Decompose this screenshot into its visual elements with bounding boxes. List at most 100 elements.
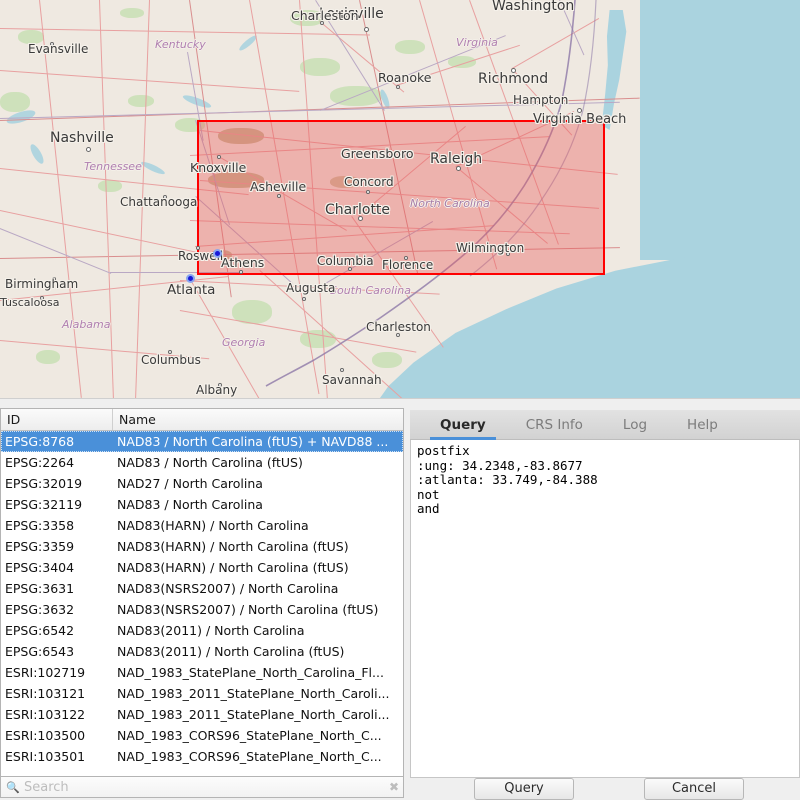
ocean-area — [640, 0, 800, 260]
city-dot — [396, 85, 400, 89]
table-row[interactable]: EPSG:3631NAD83(NSRS2007) / North Carolin… — [1, 578, 403, 599]
crs-list-header: ID Name — [1, 409, 403, 431]
crs-name-cell: NAD83 / North Carolina — [113, 494, 403, 515]
table-row[interactable]: EPSG:32019NAD27 / North Carolina — [1, 473, 403, 494]
city-label: Charlotte — [325, 202, 390, 218]
cancel-button[interactable]: Cancel — [644, 778, 744, 800]
crs-name-cell: NAD27 / North Carolina — [113, 473, 403, 494]
crs-id-cell: ESRI:103501 — [1, 746, 113, 767]
table-row[interactable]: EPSG:8768NAD83 / North Carolina (ftUS) +… — [1, 431, 403, 452]
crs-id-cell: EPSG:32119 — [1, 494, 113, 515]
tab-query[interactable]: Query — [430, 410, 496, 440]
table-row[interactable]: EPSG:3359NAD83(HARN) / North Carolina (f… — [1, 536, 403, 557]
search-input[interactable] — [22, 779, 385, 796]
crs-name-cell: NAD_1983_2011_StatePlane_North_Caroli... — [113, 704, 403, 725]
state-label: Tennessee — [84, 160, 142, 173]
crs-id-cell: EPSG:3358 — [1, 515, 113, 536]
crs-list-panel[interactable]: ID Name EPSG:8768NAD83 / North Carolina … — [0, 408, 404, 778]
query-output-area[interactable]: postfix :ung: 34.2348,-83.8677 :atlanta:… — [410, 440, 800, 778]
vegetation — [0, 92, 30, 112]
state-label: South Carolina — [330, 284, 411, 297]
city-label: Knoxville — [190, 160, 246, 175]
city-label: Asheville — [250, 179, 306, 194]
table-row[interactable]: EPSG:3404NAD83(HARN) / North Carolina (f… — [1, 557, 403, 578]
vegetation — [128, 95, 154, 107]
crs-name-cell: NAD83(HARN) / North Carolina — [113, 515, 403, 536]
city-label: Wilmington — [456, 241, 524, 255]
tab-crs-info[interactable]: CRS Info — [516, 410, 593, 440]
city-label: Albany — [196, 383, 237, 397]
crs-name-cell: NAD83(2011) / North Carolina (ftUS) — [113, 641, 403, 662]
button-bar: Query Cancel — [410, 778, 800, 800]
city-label: Charleston — [366, 320, 431, 334]
city-label: Charleston — [291, 8, 359, 23]
map-canvas[interactable]: Kentucky Tennessee Virginia North Caroli… — [0, 0, 800, 398]
table-row[interactable]: EPSG:3358NAD83(HARN) / North Carolina — [1, 515, 403, 536]
city-label: Augusta — [286, 281, 335, 295]
column-header-name[interactable]: Name — [113, 409, 403, 430]
tab-log[interactable]: Log — [613, 410, 657, 440]
crs-name-cell: NAD_1983_StatePlane_North_Carolina_Fl... — [113, 662, 403, 683]
crs-id-cell: EPSG:3632 — [1, 599, 113, 620]
city-dot — [239, 270, 243, 274]
crs-id-cell: EPSG:2264 — [1, 452, 113, 473]
crs-name-cell: NAD83 / North Carolina (ftUS) + NAVD88 .… — [113, 431, 403, 452]
crs-name-cell: NAD_1983_CORS96_StatePlane_North_C... — [113, 746, 403, 767]
vegetation — [120, 8, 144, 18]
state-label: Virginia — [456, 36, 498, 49]
query-button[interactable]: Query — [474, 778, 574, 800]
city-label: Roanoke — [378, 70, 432, 85]
crs-list-body[interactable]: EPSG:8768NAD83 / North Carolina (ftUS) +… — [1, 431, 403, 778]
city-label: Atlanta — [167, 282, 215, 298]
extent-rectangle[interactable] — [197, 120, 605, 275]
table-row[interactable]: EPSG:32119NAD83 / North Carolina — [1, 494, 403, 515]
city-label: Nashville — [50, 130, 114, 146]
table-row[interactable]: EPSG:6543NAD83(2011) / North Carolina (f… — [1, 641, 403, 662]
vegetation — [372, 352, 402, 368]
crs-id-cell: EPSG:6543 — [1, 641, 113, 662]
city-label: Washington — [492, 0, 574, 14]
city-dot — [366, 190, 370, 194]
crs-name-cell: NAD83(2011) / North Carolina — [113, 620, 403, 641]
crs-name-cell: NAD_1983_2011_StatePlane_North_Caroli... — [113, 683, 403, 704]
city-label: Tuscaloosa — [0, 296, 60, 309]
city-label: Raleigh — [430, 151, 482, 167]
table-row[interactable]: ESRI:103121NAD_1983_2011_StatePlane_Nort… — [1, 683, 403, 704]
city-label: Columbus — [141, 353, 201, 367]
table-row[interactable]: ESRI:103122NAD_1983_2011_StatePlane_Nort… — [1, 704, 403, 725]
search-icon: 🔍 — [6, 782, 22, 793]
city-label: Greensboro — [341, 146, 413, 161]
city-dot — [340, 368, 344, 372]
clear-icon[interactable]: ✖ — [385, 780, 403, 794]
city-dot — [217, 155, 221, 159]
search-bar[interactable]: 🔍 ✖ — [0, 776, 404, 798]
city-label: Columbia — [317, 254, 374, 268]
crs-id-cell: ESRI:103122 — [1, 704, 113, 725]
tab-help[interactable]: Help — [677, 410, 728, 440]
marker-atlanta[interactable] — [186, 274, 195, 283]
city-label: Savannah — [322, 373, 382, 387]
table-row[interactable]: ESRI:103500NAD_1983_CORS96_StatePlane_No… — [1, 725, 403, 746]
table-row[interactable]: EPSG:2264NAD83 / North Carolina (ftUS) — [1, 452, 403, 473]
marker-ung[interactable] — [213, 249, 222, 258]
query-text: postfix :ung: 34.2348,-83.8677 :atlanta:… — [411, 440, 799, 521]
crs-name-cell: NAD83(NSRS2007) / North Carolina (ftUS) — [113, 599, 403, 620]
table-row[interactable]: EPSG:3632NAD83(NSRS2007) / North Carolin… — [1, 599, 403, 620]
crs-id-cell: ESRI:102719 — [1, 662, 113, 683]
table-row[interactable]: ESRI:102719NAD_1983_StatePlane_North_Car… — [1, 662, 403, 683]
crs-id-cell: ESRI:103121 — [1, 683, 113, 704]
city-label: Hampton — [513, 93, 568, 107]
info-panel: Query CRS Info Log Help postfix :ung: 34… — [410, 398, 800, 800]
column-header-id[interactable]: ID — [1, 409, 113, 430]
crs-name-cell: NAD_1983_CORS96_StatePlane_North_C... — [113, 725, 403, 746]
city-dot — [86, 147, 91, 152]
crs-id-cell: EPSG:3359 — [1, 536, 113, 557]
city-dot — [277, 194, 281, 198]
city-label: Concord — [344, 175, 394, 189]
table-row[interactable]: ESRI:103501NAD_1983_CORS96_StatePlane_No… — [1, 746, 403, 767]
table-row[interactable]: EPSG:6542NAD83(2011) / North Carolina — [1, 620, 403, 641]
vegetation — [395, 40, 425, 54]
city-label: Athens — [221, 255, 264, 270]
state-label: Kentucky — [155, 38, 206, 51]
crs-name-cell: NAD83(NSRS2007) / North Carolina — [113, 578, 403, 599]
